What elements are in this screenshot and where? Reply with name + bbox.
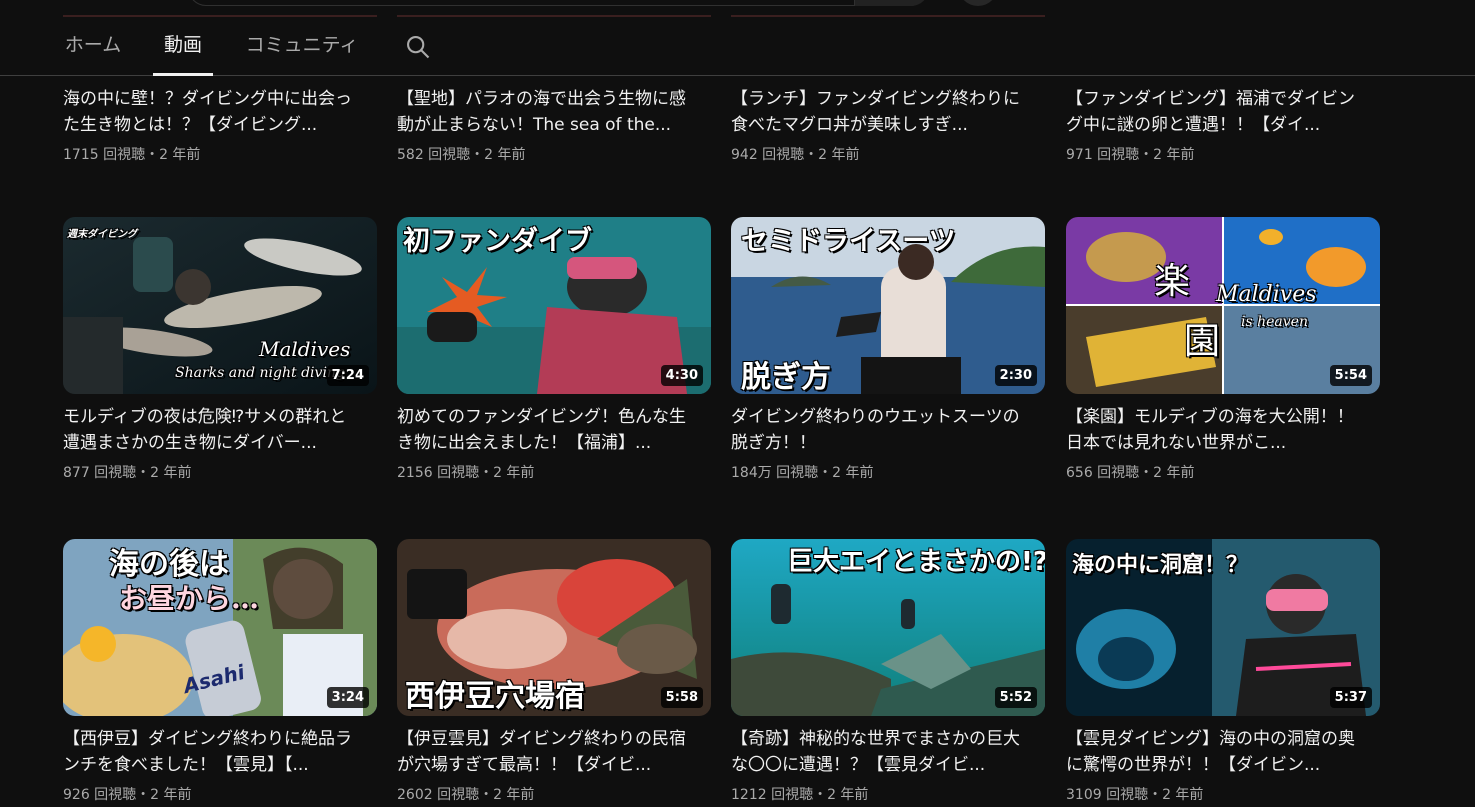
video-card: 西伊豆穴場宿 5:58 【伊豆雲見】ダイビング終わりの民宿が穴場すぎて最高！！【… [397,539,713,804]
video-duration: 3:24 [326,687,369,708]
video-title[interactable]: モルディブの夜は危険⁉サメの群れと遭遇まさかの生き物にダイバー... [63,404,363,456]
video-card: 巨大エイとまさかの!? 5:52 【奇跡】神秘的な世界でまさかの巨大な〇〇に遭遇… [731,539,1047,804]
video-meta: 184万 回視聴・2 年前 [731,465,874,481]
channel-tabs: ホーム 動画 コミュニティ [0,18,1475,76]
thumbnail-overlay-text: 楽 [1154,261,1191,302]
video-thumbnail[interactable]: 海の後は お昼から… Asahi 3:24 [63,539,377,716]
video-card: 海の中に壁！？ダイビング中に出会った生き物とは！？【ダイビング... 1715 … [63,86,379,164]
video-card: 【ファンダイビング】福浦でダイビング中に謎の卵と遭遇！！【ダイ... 971 回… [1066,86,1382,164]
search-button[interactable] [854,0,929,6]
divider [397,15,711,17]
voice-search-button[interactable] [958,0,998,6]
video-title[interactable]: 【伊豆雲見】ダイビング終わりの民宿が穴場すぎて最高！！【ダイビ... [397,726,697,778]
video-meta: 2156 回視聴・2 年前 [397,465,535,481]
video-meta: 971 回視聴・2 年前 [1066,147,1195,163]
thumbnail-overlay-text: 初ファンダイブ [403,226,592,257]
video-card: 【聖地】パラオの海で出会う生物に感動が止まらない！The sea of the.… [397,86,713,164]
video-card: 【ランチ】ファンダイビング終わりに食べたマグロ丼が美味しすぎ... 942 回視… [731,86,1047,164]
thumbnail-overlay-text: 園 [1184,321,1221,362]
search-box[interactable] [188,0,928,6]
thumbnail-overlay-subtext: is heaven [1241,314,1308,330]
video-duration: 2:30 [994,365,1037,386]
tab-home[interactable]: ホーム [62,18,124,75]
video-duration: 5:52 [994,687,1037,708]
video-thumbnail[interactable]: セミドライスーツ 脱ぎ方 2:30 [731,217,1045,394]
channel-logo: 週末ダイビング [67,229,137,240]
thumbnail-overlay-text: 西伊豆穴場宿 [405,679,585,714]
video-title[interactable]: 【西伊豆】ダイビング終わりに絶品ランチを食べました！【雲見】【... [63,726,363,778]
video-thumbnail[interactable]: 楽 園 Maldives is heaven 5:54 [1066,217,1380,394]
video-meta: 926 回視聴・2 年前 [63,787,192,803]
divider [63,15,377,17]
divider [731,15,1045,17]
video-title[interactable]: 海の中に壁！？ダイビング中に出会った生き物とは！？【ダイビング... [63,86,363,138]
video-meta: 942 回視聴・2 年前 [731,147,860,163]
search-icon[interactable] [404,33,432,61]
video-title[interactable]: 【奇跡】神秘的な世界でまさかの巨大な〇〇に遭遇！？【雲見ダイビ... [731,726,1031,778]
video-meta: 582 回視聴・2 年前 [397,147,526,163]
video-thumbnail[interactable]: 巨大エイとまさかの!? 5:52 [731,539,1045,716]
video-thumbnail[interactable]: 週末ダイビング Maldives Sharks and night diving… [63,217,377,394]
video-duration: 5:54 [1329,365,1372,386]
thumbnail-overlay-subtext: お昼から… [119,582,260,615]
video-card: 楽 園 Maldives is heaven 5:54 【楽園】モルディブの海を… [1066,217,1382,482]
thumbnail-overlay-subtext: Sharks and night diving [175,365,345,381]
video-title[interactable]: ダイビング終わりのウエットスーツの脱ぎ方！！ [731,404,1031,456]
video-meta: 2602 回視聴・2 年前 [397,787,535,803]
thumbnail-overlay-text: Maldives [259,337,351,361]
video-thumbnail[interactable]: 初ファンダイブ 4:30 [397,217,711,394]
tab-community[interactable]: コミュニティ [242,18,362,75]
video-title[interactable]: 初めてのファンダイビング！色んな生き物に出会えました！【福浦】... [397,404,697,456]
video-meta: 877 回視聴・2 年前 [63,465,192,481]
video-title[interactable]: 【雲見ダイビング】海の中の洞窟の奥に驚愕の世界が！！【ダイビン... [1066,726,1366,778]
video-title[interactable]: 【ランチ】ファンダイビング終わりに食べたマグロ丼が美味しすぎ... [731,86,1031,138]
thumbnail-overlay-subtext: 脱ぎ方 [741,360,831,394]
thumbnail-overlay-text: セミドライスーツ [741,226,956,257]
thumbnail-overlay-text: 巨大エイとまさかの!? [787,547,1045,577]
video-meta: 656 回視聴・2 年前 [1066,465,1195,481]
video-duration: 5:37 [1329,687,1372,708]
video-thumbnail[interactable]: 海の中に洞窟！？ 5:37 [1066,539,1380,716]
video-title[interactable]: 【楽園】モルディブの海を大公開！！日本では見れない世界がこ... [1066,404,1366,456]
video-title[interactable]: 【聖地】パラオの海で出会う生物に感動が止まらない！The sea of the.… [397,86,697,138]
thumbnail-overlay-text: 海の中に洞窟！？ [1072,553,1249,578]
tab-videos[interactable]: 動画 [153,18,213,76]
thumbnail-overlay-subtext: Maldives [1216,282,1317,307]
video-card: 海の後は お昼から… Asahi 3:24 【西伊豆】ダイビング終わりに絶品ラン… [63,539,379,804]
video-card: 海の中に洞窟！？ 5:37 【雲見ダイビング】海の中の洞窟の奥に驚愕の世界が！！… [1066,539,1382,804]
video-thumbnail[interactable]: 西伊豆穴場宿 5:58 [397,539,711,716]
video-meta: 1212 回視聴・2 年前 [731,787,869,803]
video-card: セミドライスーツ 脱ぎ方 2:30 ダイビング終わりのウエットスーツの脱ぎ方！！… [731,217,1047,482]
video-meta: 1715 回視聴・2 年前 [63,147,201,163]
video-card: 週末ダイビング Maldives Sharks and night diving… [63,217,379,482]
video-duration: 4:30 [660,365,703,386]
video-card: 初ファンダイブ 4:30 初めてのファンダイビング！色んな生き物に出会えました！… [397,217,713,482]
video-title[interactable]: 【ファンダイビング】福浦でダイビング中に謎の卵と遭遇！！【ダイ... [1066,86,1366,138]
video-meta: 3109 回視聴・2 年前 [1066,787,1204,803]
video-duration: 7:24 [326,365,369,386]
masthead-remnant [0,0,1475,18]
video-duration: 5:58 [660,687,703,708]
